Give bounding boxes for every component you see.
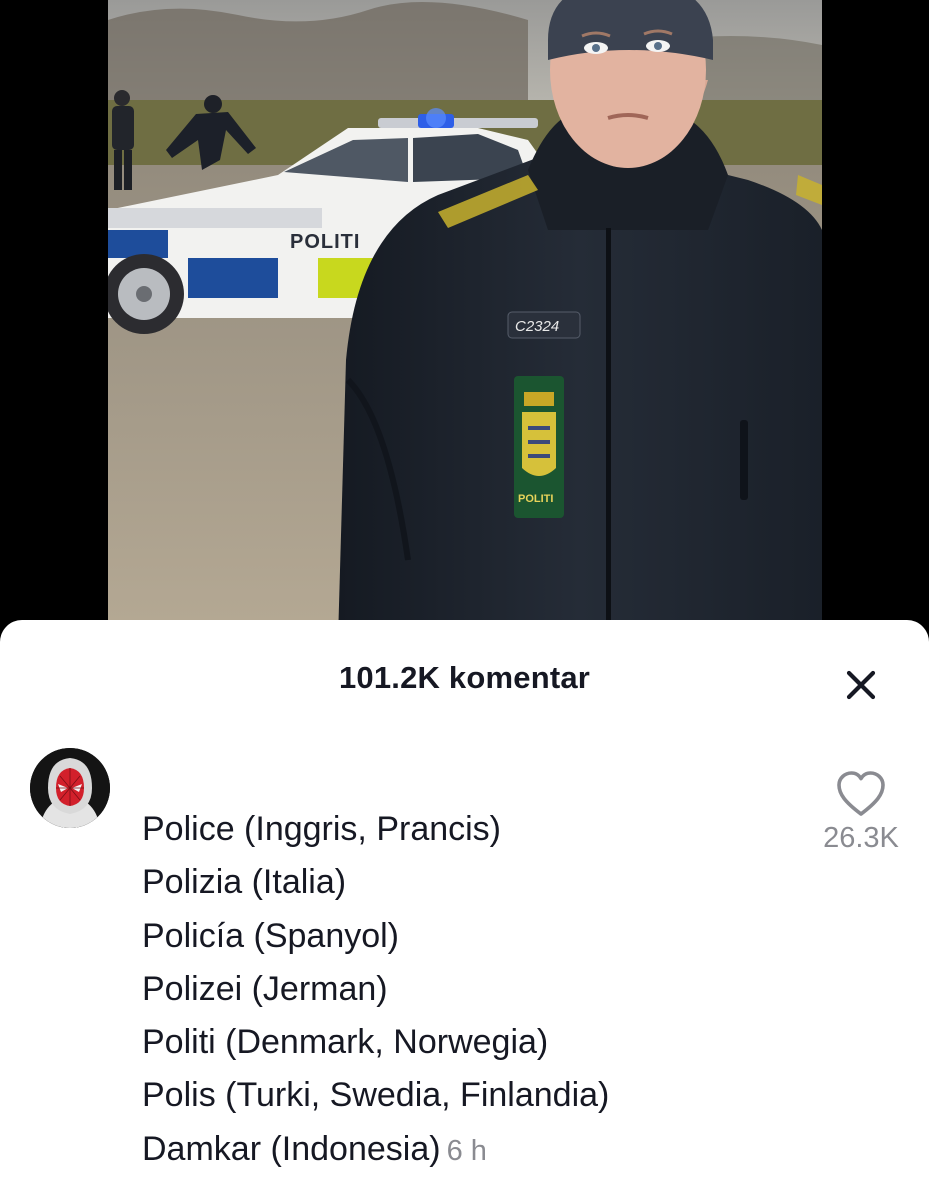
car-lettering: POLITI — [290, 231, 360, 253]
video-still: POLITI C2324 POLITI — [108, 0, 822, 640]
comment-line: Polizei (Jerman) — [142, 969, 388, 1008]
heart-outline-icon[interactable] — [835, 770, 887, 818]
comment-timestamp: 6 h — [446, 1134, 487, 1167]
close-button[interactable] — [838, 662, 884, 708]
like-count: 26.3K — [823, 822, 899, 854]
avatar[interactable] — [30, 748, 110, 828]
comment-line: Polis (Turki, Swedia, Finlandia) — [142, 1076, 610, 1115]
comment-body: Police (Inggris, Prancis) Polizia (Itali… — [142, 803, 609, 1178]
comments-count-title: 101.2K komentar — [338, 660, 591, 695]
video-player[interactable]: POLITI C2324 POLITI — [0, 0, 929, 640]
comment-line: Policía (Spanyol) — [142, 916, 400, 955]
comment-line: Politi (Denmark, Norwegia) — [142, 1023, 549, 1062]
like-group: 26.3K — [806, 770, 916, 855]
comment-line: Police (Inggris, Prancis) — [142, 810, 502, 848]
close-icon — [846, 670, 876, 700]
comment-last-line: Damkar (Indonesia) 6 h — [142, 1123, 609, 1178]
video-frame[interactable]: POLITI C2324 POLITI — [108, 0, 822, 640]
crest-patch-label: POLITI — [518, 493, 553, 505]
comment-line: Polizia (Italia) — [142, 863, 347, 902]
comment-line-text: Damkar (Indonesia) — [142, 1129, 441, 1168]
badge-number: C2324 — [515, 318, 559, 335]
spiderman-avatar-icon — [30, 748, 110, 828]
comments-sheet: 101.2K komentar Police (Inggris, Prancis… — [0, 620, 929, 1200]
